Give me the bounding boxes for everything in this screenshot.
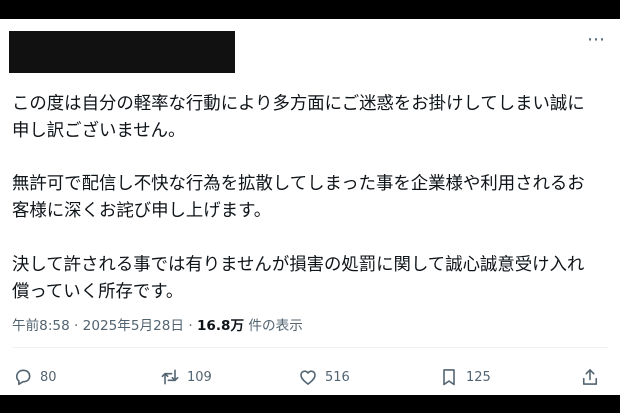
like-icon bbox=[300, 370, 316, 385]
reply-button[interactable]: 80 bbox=[13, 365, 57, 389]
repost-icon bbox=[161, 369, 179, 385]
post-paragraph-2: 無許可で配信し不快な行為を拡散してしまった事を企業様や利用されるお 客様に深くお… bbox=[12, 174, 585, 222]
reply-icon bbox=[15, 369, 31, 386]
view-count-label: 件の表示 bbox=[244, 318, 303, 334]
action-bar: 80 109 516 125 bbox=[0, 365, 620, 389]
share-button[interactable] bbox=[580, 365, 600, 389]
bookmark-count: 125 bbox=[466, 369, 491, 385]
post-paragraph-1: この度は自分の軽率な行動により多方面にご迷惑をお掛けしてしまい誠に 申し訳ござい… bbox=[12, 94, 585, 141]
post-paragraph-3: 決して許される事では有りませんが損害の処罰に関して誠心誠意受け入れ 償っていく所… bbox=[12, 254, 585, 302]
like-button[interactable]: 516 bbox=[298, 365, 350, 389]
post-timestamp[interactable]: 午前8:58 · 2025年5月28日 · bbox=[12, 318, 197, 334]
bookmark-button[interactable]: 125 bbox=[439, 365, 491, 389]
repost-button[interactable]: 109 bbox=[160, 365, 212, 389]
view-count: 16.8万 bbox=[196, 318, 245, 334]
post-card: ⋯ この度は自分の軽率な行動により多方面にご迷惑をお掛けしてしまい誠に 申し訳ご… bbox=[0, 19, 620, 395]
post-meta: 午前8:58 · 2025年5月28日 · 16.8万 件の表示 bbox=[12, 314, 303, 334]
more-icon[interactable]: ⋯ bbox=[587, 31, 606, 49]
divider bbox=[12, 347, 608, 348]
like-count: 516 bbox=[325, 369, 350, 385]
redacted-author-name bbox=[9, 31, 235, 73]
repost-count: 109 bbox=[187, 369, 212, 385]
share-icon bbox=[582, 369, 598, 385]
post-text: この度は自分の軽率な行動により多方面にご迷惑をお掛けしてしまい誠に 申し訳ござい… bbox=[12, 91, 612, 305]
reply-count: 80 bbox=[40, 369, 57, 385]
bookmark-icon bbox=[443, 369, 455, 386]
